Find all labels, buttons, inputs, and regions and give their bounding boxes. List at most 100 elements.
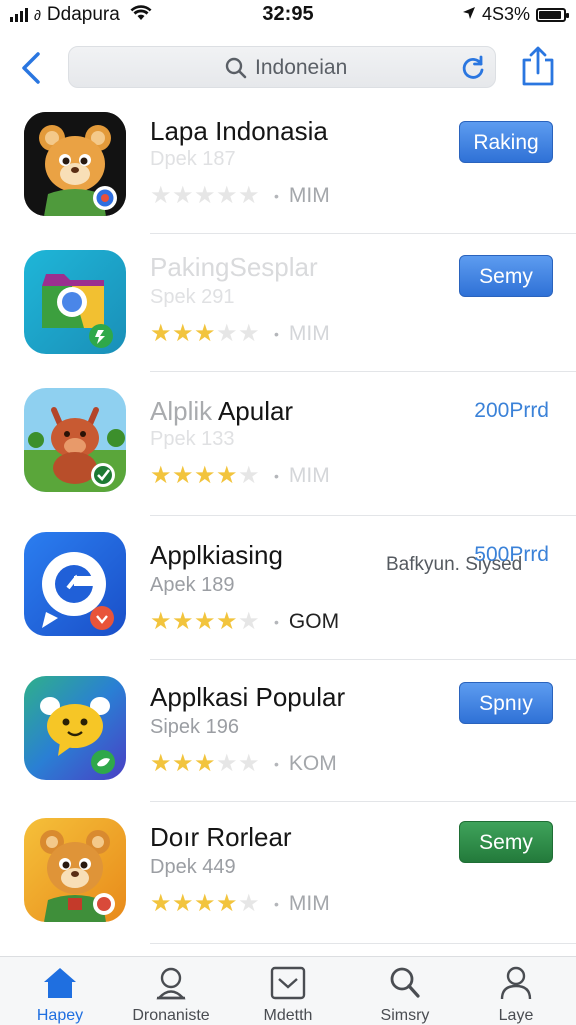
sim-icon: ∂ [34,7,41,23]
tab-mdetth[interactable]: Mdetth [230,957,346,1025]
star-filled-icon: ★ [194,890,216,917]
app-subtitle: Spek 291 [150,286,235,308]
app-subtitle: Dpek 187 [150,148,236,170]
bull-mascot-icon [24,388,126,492]
raking-button[interactable]: Raking [459,121,553,163]
search-icon [390,967,420,998]
share-button[interactable] [518,44,558,88]
profile-icon [500,966,532,1000]
app-title: Applkasi Popular [150,682,346,712]
location-arrow-icon [462,4,476,25]
star-empty-icon: ★ [150,182,172,209]
search-query[interactable]: Indoneian [255,56,347,80]
star-rating: ★ ★ ★ ★ ★ • MIM [150,464,330,488]
chevron-left-icon [22,52,40,84]
star-filled-icon: ★ [172,750,194,777]
app-title-part: Alplik [150,396,213,426]
bear-mascot-icon [24,112,126,216]
search-icon [225,57,247,79]
inbox-icon [270,966,306,1000]
tab-label: Simsry [380,1007,430,1024]
star-filled-icon: ★ [150,320,172,347]
star-empty-icon: ★ [216,320,238,347]
separator-dot: • [274,188,279,204]
list-item[interactable]: Doır Rorlear Dpek 449 ★ ★ ★ ★ ★ • MIM Semy [0,802,576,944]
star-filled-icon: ★ [172,608,194,635]
price-label[interactable]: 200Prrd [474,399,549,423]
star-filled-icon: ★ [172,320,194,347]
star-filled-icon: ★ [194,750,216,777]
tab-dronaniste[interactable]: Dronaniste [113,957,229,1025]
deer-mascot-icon [24,818,126,922]
star-filled-icon: ★ [172,890,194,917]
star-filled-icon: ★ [216,462,238,489]
battery-percent: 4S3% [481,4,530,24]
carrier-name: Ddapura [46,4,120,25]
star-filled-icon: ★ [150,462,172,489]
top-nav: Indoneian [0,40,576,96]
app-subtitle: Ppek 133 [150,428,235,450]
signal-icon [10,8,28,22]
star-rating: ★ ★ ★ ★ ★ • MIM [150,322,330,346]
price-label[interactable]: 500Prrd [474,543,549,567]
separator-dot: • [274,896,279,912]
app-title: Doır Rorlear [150,822,292,852]
app-title: PakingSesplar [150,252,318,282]
app-meta: MIM [288,892,330,915]
spniy-button[interactable]: Spnıy [459,682,553,724]
star-filled-icon: ★ [150,750,172,777]
star-empty-icon: ★ [238,608,260,635]
wifi-icon [130,4,152,26]
tab-bar: Hapey Dronaniste Mdetth Simsry Laye [0,956,576,1025]
app-meta: KOM [288,752,337,775]
list-item[interactable]: Alplik Apular Ppek 133 ★ ★ ★ ★ ★ • MIM 200Prrd… [0,372,576,575]
separator-dot: • [274,756,279,772]
person-badge-icon [156,967,186,1000]
tab-label: Hapey [36,1007,84,1024]
separator-dot: • [274,468,279,484]
star-rating: ★ ★ ★ ★ ★ • GOM [150,610,339,634]
list-item[interactable]: PakingSesplar Spek 291 ★ ★ ★ ★ ★ • MIM Semy [0,234,576,372]
star-empty-icon: ★ [216,182,238,209]
battery-fill [539,10,561,19]
semy-button[interactable]: Semy [459,821,553,863]
star-empty-icon: ★ [194,182,216,209]
app-meta: MIM [288,322,330,345]
messenger-g-icon [24,532,126,636]
app-subtitle: Dpek 449 [150,856,236,878]
app-title: Lapa Indonasia [150,116,328,146]
star-filled-icon: ★ [194,320,216,347]
tab-label: Laye [498,1007,534,1024]
list-item[interactable]: Lapa Indonasia Dpek 187 ★ ★ ★ ★ ★ • MIM Raking [0,100,576,234]
tab-simsry[interactable]: Simsry [347,957,463,1025]
star-filled-icon: ★ [194,608,216,635]
share-icon [522,46,554,86]
battery-icon [536,7,569,22]
browser-folder-icon [24,250,126,354]
carrier-group: ∂ Ddapura [10,4,152,26]
app-subtitle: Apek 189 [150,574,235,596]
star-filled-icon: ★ [150,608,172,635]
star-empty-icon: ★ [216,750,238,777]
app-meta: GOM [288,610,340,633]
tab-hapey[interactable]: Hapey [2,957,118,1025]
star-filled-icon: ★ [194,462,216,489]
refresh-icon[interactable] [459,54,487,82]
star-empty-icon: ★ [238,320,260,347]
list-item[interactable]: Applkiasing Apek 189 ★ ★ ★ ★ ★ • GOM 500Prrd [0,516,576,660]
app-meta: MIM [288,464,330,487]
search-bar[interactable]: Indoneian [68,46,496,88]
tab-label: Mdetth [263,1007,313,1024]
star-filled-icon: ★ [216,608,238,635]
star-empty-icon: ★ [238,750,260,777]
list-item[interactable]: Applkasi Popular Sipek 196 ★ ★ ★ ★ ★ • KOM Spn… [0,660,576,802]
status-bar: ∂ Ddapura 32:95 4S3% [0,0,576,30]
semy-button[interactable]: Semy [459,255,553,297]
app-title: Alplik Apular [150,396,293,427]
tab-laye[interactable]: Laye [458,957,574,1025]
chat-bubble-mascot-icon [24,676,126,780]
back-button[interactable] [14,48,50,88]
status-right: 4S3% [462,4,569,25]
star-filled-icon: ★ [172,462,194,489]
star-empty-icon: ★ [238,890,260,917]
